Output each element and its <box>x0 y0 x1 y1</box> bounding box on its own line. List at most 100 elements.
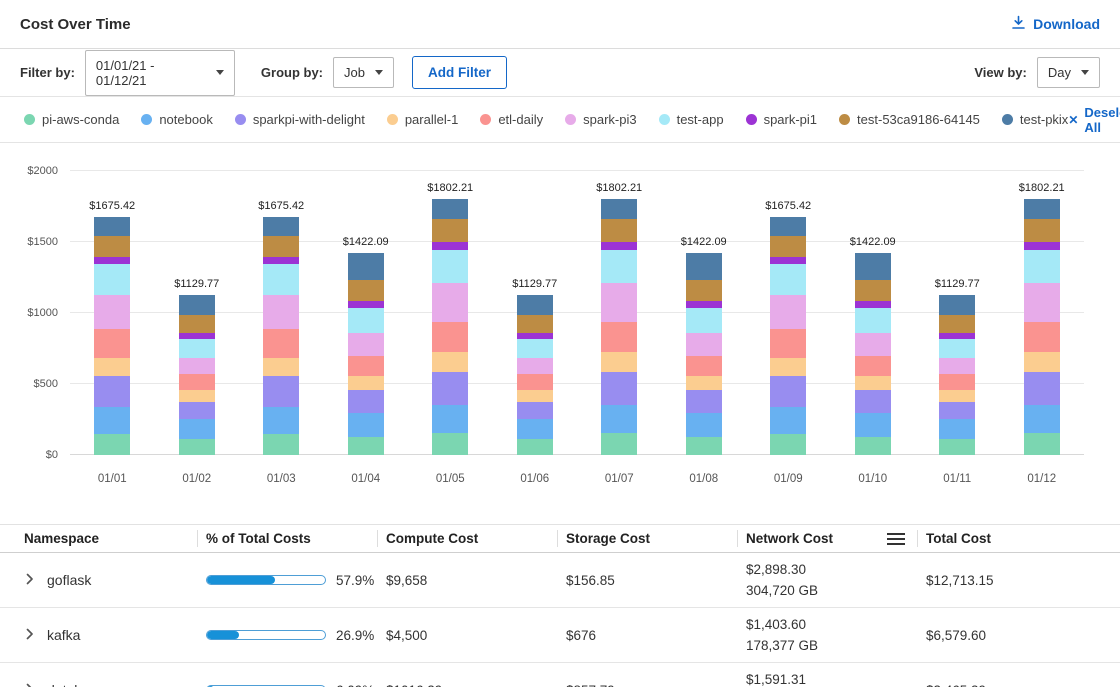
bar-group-01/06[interactable]: $1129.77 <box>493 171 578 455</box>
bar-segment-test-pkix[interactable] <box>179 295 215 315</box>
namespace-cell[interactable]: kafka <box>24 627 198 643</box>
bar-segment-test-53ca9186-64145[interactable] <box>94 236 130 257</box>
bar-segment-sparkpi-with-delight[interactable] <box>348 390 384 413</box>
bar-segment-etl-daily[interactable] <box>939 374 975 390</box>
bar-segment-spark-pi1[interactable] <box>348 301 384 308</box>
bar-segment-pi-aws-conda[interactable] <box>94 434 130 455</box>
bar-segment-notebook[interactable] <box>1024 405 1060 433</box>
bar-segment-parallel-1[interactable] <box>770 358 806 376</box>
bar-segment-etl-daily[interactable] <box>432 322 468 353</box>
bar-segment-parallel-1[interactable] <box>94 358 130 376</box>
bar-segment-spark-pi1[interactable] <box>263 257 299 264</box>
bar-segment-test-pkix[interactable] <box>1024 199 1060 218</box>
bar-segment-notebook[interactable] <box>601 405 637 433</box>
bar-segment-notebook[interactable] <box>432 405 468 433</box>
bar-segment-test-pkix[interactable] <box>601 199 637 218</box>
bar-segment-notebook[interactable] <box>939 419 975 439</box>
bar-segment-pi-aws-conda[interactable] <box>939 439 975 455</box>
bar-segment-spark-pi1[interactable] <box>601 242 637 250</box>
bar-group-01/12[interactable]: $1802.21 <box>1000 171 1085 455</box>
bar-segment-test-app[interactable] <box>517 339 553 358</box>
bar-segment-notebook[interactable] <box>770 407 806 434</box>
bar-segment-etl-daily[interactable] <box>263 329 299 357</box>
legend-item-test-app[interactable]: test-app <box>659 112 724 127</box>
bar-segment-spark-pi3[interactable] <box>94 295 130 330</box>
menu-icon[interactable] <box>887 533 905 545</box>
bar-segment-pi-aws-conda[interactable] <box>770 434 806 455</box>
bar-segment-notebook[interactable] <box>517 419 553 439</box>
bar-segment-test-pkix[interactable] <box>263 217 299 236</box>
bar-segment-test-app[interactable] <box>601 250 637 283</box>
add-filter-button[interactable]: Add Filter <box>412 56 507 89</box>
legend-item-etl-daily[interactable]: etl-daily <box>480 112 543 127</box>
bar-segment-notebook[interactable] <box>179 419 215 439</box>
bar-segment-spark-pi3[interactable] <box>939 358 975 374</box>
bar-group-01/04[interactable]: $1422.09 <box>324 171 409 455</box>
bar-segment-test-53ca9186-64145[interactable] <box>686 280 722 301</box>
bar-segment-sparkpi-with-delight[interactable] <box>263 376 299 407</box>
bar-segment-test-app[interactable] <box>94 264 130 295</box>
bar-segment-sparkpi-with-delight[interactable] <box>601 372 637 405</box>
date-range-dropdown[interactable]: 01/01/21 - 01/12/21 <box>85 50 235 96</box>
bar-segment-sparkpi-with-delight[interactable] <box>179 402 215 419</box>
bar-segment-parallel-1[interactable] <box>517 390 553 402</box>
bar-segment-spark-pi1[interactable] <box>432 242 468 250</box>
bar-segment-test-53ca9186-64145[interactable] <box>348 280 384 301</box>
bar-segment-pi-aws-conda[interactable] <box>179 439 215 455</box>
bar-segment-test-app[interactable] <box>179 339 215 358</box>
group-by-dropdown[interactable]: Job <box>333 57 394 88</box>
bar-segment-test-53ca9186-64145[interactable] <box>179 315 215 333</box>
bar-segment-test-app[interactable] <box>855 308 891 333</box>
bar-segment-pi-aws-conda[interactable] <box>432 433 468 455</box>
bar-segment-notebook[interactable] <box>855 413 891 436</box>
bar-segment-test-53ca9186-64145[interactable] <box>601 219 637 242</box>
bar-segment-sparkpi-with-delight[interactable] <box>94 376 130 407</box>
bar-group-01/03[interactable]: $1675.42 <box>239 171 324 455</box>
legend-item-parallel-1[interactable]: parallel-1 <box>387 112 458 127</box>
chevron-right-icon[interactable] <box>24 627 35 643</box>
bar-segment-spark-pi3[interactable] <box>770 295 806 330</box>
bar-segment-etl-daily[interactable] <box>517 374 553 390</box>
bar-segment-pi-aws-conda[interactable] <box>686 437 722 455</box>
bar-segment-spark-pi3[interactable] <box>517 358 553 374</box>
bar-segment-pi-aws-conda[interactable] <box>855 437 891 455</box>
legend-item-pi-aws-conda[interactable]: pi-aws-conda <box>24 112 119 127</box>
bar-segment-spark-pi3[interactable] <box>263 295 299 330</box>
bar-segment-test-pkix[interactable] <box>517 295 553 315</box>
bar-segment-spark-pi3[interactable] <box>432 283 468 321</box>
bar-segment-test-pkix[interactable] <box>939 295 975 315</box>
view-by-dropdown[interactable]: Day <box>1037 57 1100 88</box>
bar-segment-etl-daily[interactable] <box>1024 322 1060 353</box>
bar-group-01/02[interactable]: $1129.77 <box>155 171 240 455</box>
bar-segment-notebook[interactable] <box>348 413 384 436</box>
bar-group-01/01[interactable]: $1675.42 <box>70 171 155 455</box>
bar-segment-test-app[interactable] <box>1024 250 1060 283</box>
bar-segment-test-53ca9186-64145[interactable] <box>939 315 975 333</box>
bar-group-01/08[interactable]: $1422.09 <box>662 171 747 455</box>
bar-segment-spark-pi3[interactable] <box>179 358 215 374</box>
bar-segment-spark-pi3[interactable] <box>855 333 891 356</box>
bar-segment-spark-pi3[interactable] <box>348 333 384 356</box>
bar-segment-test-app[interactable] <box>939 339 975 358</box>
bar-segment-spark-pi1[interactable] <box>855 301 891 308</box>
bar-segment-test-pkix[interactable] <box>686 253 722 280</box>
bar-segment-parallel-1[interactable] <box>348 376 384 391</box>
bar-segment-test-pkix[interactable] <box>348 253 384 280</box>
bar-segment-sparkpi-with-delight[interactable] <box>770 376 806 407</box>
bar-segment-spark-pi3[interactable] <box>601 283 637 321</box>
bar-segment-parallel-1[interactable] <box>432 352 468 372</box>
bar-segment-test-53ca9186-64145[interactable] <box>855 280 891 301</box>
bar-segment-parallel-1[interactable] <box>686 376 722 391</box>
namespace-cell[interactable]: databases <box>24 682 198 687</box>
bar-segment-etl-daily[interactable] <box>179 374 215 390</box>
bar-segment-parallel-1[interactable] <box>263 358 299 376</box>
bar-segment-pi-aws-conda[interactable] <box>263 434 299 455</box>
bar-segment-spark-pi1[interactable] <box>94 257 130 264</box>
bar-segment-pi-aws-conda[interactable] <box>1024 433 1060 455</box>
bar-segment-test-pkix[interactable] <box>432 199 468 218</box>
bar-segment-sparkpi-with-delight[interactable] <box>686 390 722 413</box>
legend-item-spark-pi1[interactable]: spark-pi1 <box>746 112 817 127</box>
bar-segment-spark-pi3[interactable] <box>1024 283 1060 321</box>
legend-item-spark-pi3[interactable]: spark-pi3 <box>565 112 636 127</box>
bar-segment-spark-pi1[interactable] <box>686 301 722 308</box>
